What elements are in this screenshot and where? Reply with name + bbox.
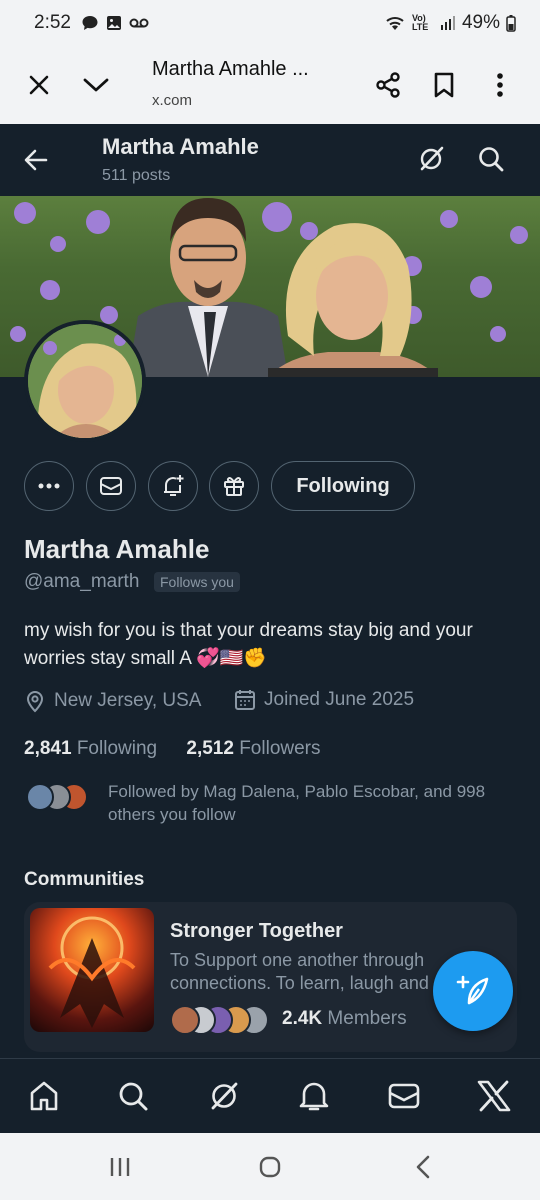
profile-location: New Jersey, USA bbox=[24, 689, 201, 713]
close-icon[interactable] bbox=[22, 68, 56, 102]
following-button[interactable]: Following bbox=[271, 461, 415, 511]
search-icon[interactable] bbox=[476, 144, 506, 179]
joined-text: Joined June 2025 bbox=[264, 689, 415, 710]
following-link[interactable]: 2,841 Following bbox=[24, 738, 157, 759]
grok-icon[interactable] bbox=[416, 144, 446, 179]
share-icon[interactable] bbox=[371, 68, 405, 102]
location-text: New Jersey, USA bbox=[54, 690, 202, 711]
following-count: 2,841 bbox=[24, 738, 72, 759]
mail-icon bbox=[100, 477, 122, 495]
profile-name: Martha Amahle bbox=[24, 534, 210, 564]
network-type: Vo) LTE bbox=[411, 13, 429, 32]
profile-handle: @ama_marth bbox=[24, 571, 140, 592]
profile-joined: Joined June 2025 bbox=[234, 689, 414, 711]
recent-apps-icon[interactable] bbox=[105, 1153, 135, 1181]
gift-icon bbox=[224, 477, 244, 496]
gift-button[interactable] bbox=[209, 461, 259, 511]
profile-avatar[interactable] bbox=[24, 320, 146, 442]
members-label: Members bbox=[327, 1008, 407, 1029]
compose-post-button[interactable] bbox=[433, 951, 513, 1031]
follow-counts: 2,841 Following 2,512 Followers bbox=[24, 738, 321, 760]
bottom-navigation bbox=[0, 1059, 540, 1133]
members-count: 2.4K bbox=[282, 1008, 323, 1029]
chevron-down-icon[interactable] bbox=[79, 68, 113, 102]
follows-you-badge: Follows you bbox=[154, 572, 240, 592]
home-icon[interactable] bbox=[24, 1076, 64, 1116]
battery-icon bbox=[506, 15, 516, 32]
x-logo-icon[interactable] bbox=[474, 1076, 514, 1116]
grok-nav-icon[interactable] bbox=[204, 1076, 244, 1116]
communities-heading: Communities bbox=[24, 869, 145, 890]
system-navigation-bar bbox=[0, 1133, 540, 1200]
community-member-avatars bbox=[170, 1005, 269, 1035]
community-image bbox=[30, 908, 154, 1032]
banner-man-figure bbox=[128, 198, 288, 377]
more-options-button[interactable] bbox=[24, 461, 74, 511]
more-horizontal-icon bbox=[38, 483, 60, 489]
notifications-icon[interactable] bbox=[294, 1076, 334, 1116]
notifications-button[interactable] bbox=[148, 461, 198, 511]
signal-icon bbox=[440, 16, 455, 30]
message-button[interactable] bbox=[86, 461, 136, 511]
more-vertical-icon[interactable] bbox=[483, 68, 517, 102]
community-name: Stronger Together bbox=[170, 920, 343, 942]
browser-domain: x.com bbox=[152, 92, 193, 109]
status-time: 2:52 bbox=[34, 12, 71, 33]
followed-by-text[interactable]: Followed by Mag Dalena, Pablo Escobar, a… bbox=[108, 780, 508, 826]
calendar-icon bbox=[235, 690, 255, 710]
header-name: Martha Amahle bbox=[102, 134, 259, 159]
followers-count: 2,512 bbox=[186, 738, 234, 759]
profile-header: Martha Amahle 511 posts bbox=[0, 124, 540, 196]
gallery-icon bbox=[106, 16, 121, 30]
browser-custom-tab-bar: Martha Amahle ... x.com bbox=[0, 46, 540, 124]
feather-plus-icon bbox=[456, 975, 489, 1005]
community-members: 2.4K Members bbox=[282, 1008, 407, 1030]
messages-icon[interactable] bbox=[384, 1076, 424, 1116]
system-back-icon[interactable] bbox=[408, 1153, 438, 1181]
bell-plus-icon bbox=[164, 475, 184, 496]
wifi-icon bbox=[386, 17, 404, 30]
followers-link[interactable]: 2,512 Followers bbox=[186, 738, 320, 759]
followers-label: Followers bbox=[239, 738, 321, 759]
status-bar: 2:52 Vo) LTE 49% bbox=[0, 0, 540, 46]
bookmark-icon[interactable] bbox=[427, 68, 461, 102]
header-post-count: 511 posts bbox=[102, 167, 171, 184]
home-button-icon[interactable] bbox=[255, 1153, 285, 1181]
browser-page-title: Martha Amahle ... bbox=[152, 58, 309, 80]
voicemail-icon bbox=[129, 18, 149, 28]
followed-by-avatars[interactable] bbox=[24, 782, 94, 812]
following-label: Following bbox=[76, 738, 158, 759]
banner-woman-figure bbox=[268, 223, 438, 377]
battery-percent: 49% bbox=[461, 12, 500, 33]
profile-bio: my wish for you is that your dreams stay… bbox=[24, 620, 473, 669]
chat-bubble-icon bbox=[82, 16, 98, 30]
explore-search-icon[interactable] bbox=[113, 1076, 153, 1116]
back-arrow-icon[interactable] bbox=[22, 146, 50, 179]
location-pin-icon bbox=[26, 691, 44, 713]
